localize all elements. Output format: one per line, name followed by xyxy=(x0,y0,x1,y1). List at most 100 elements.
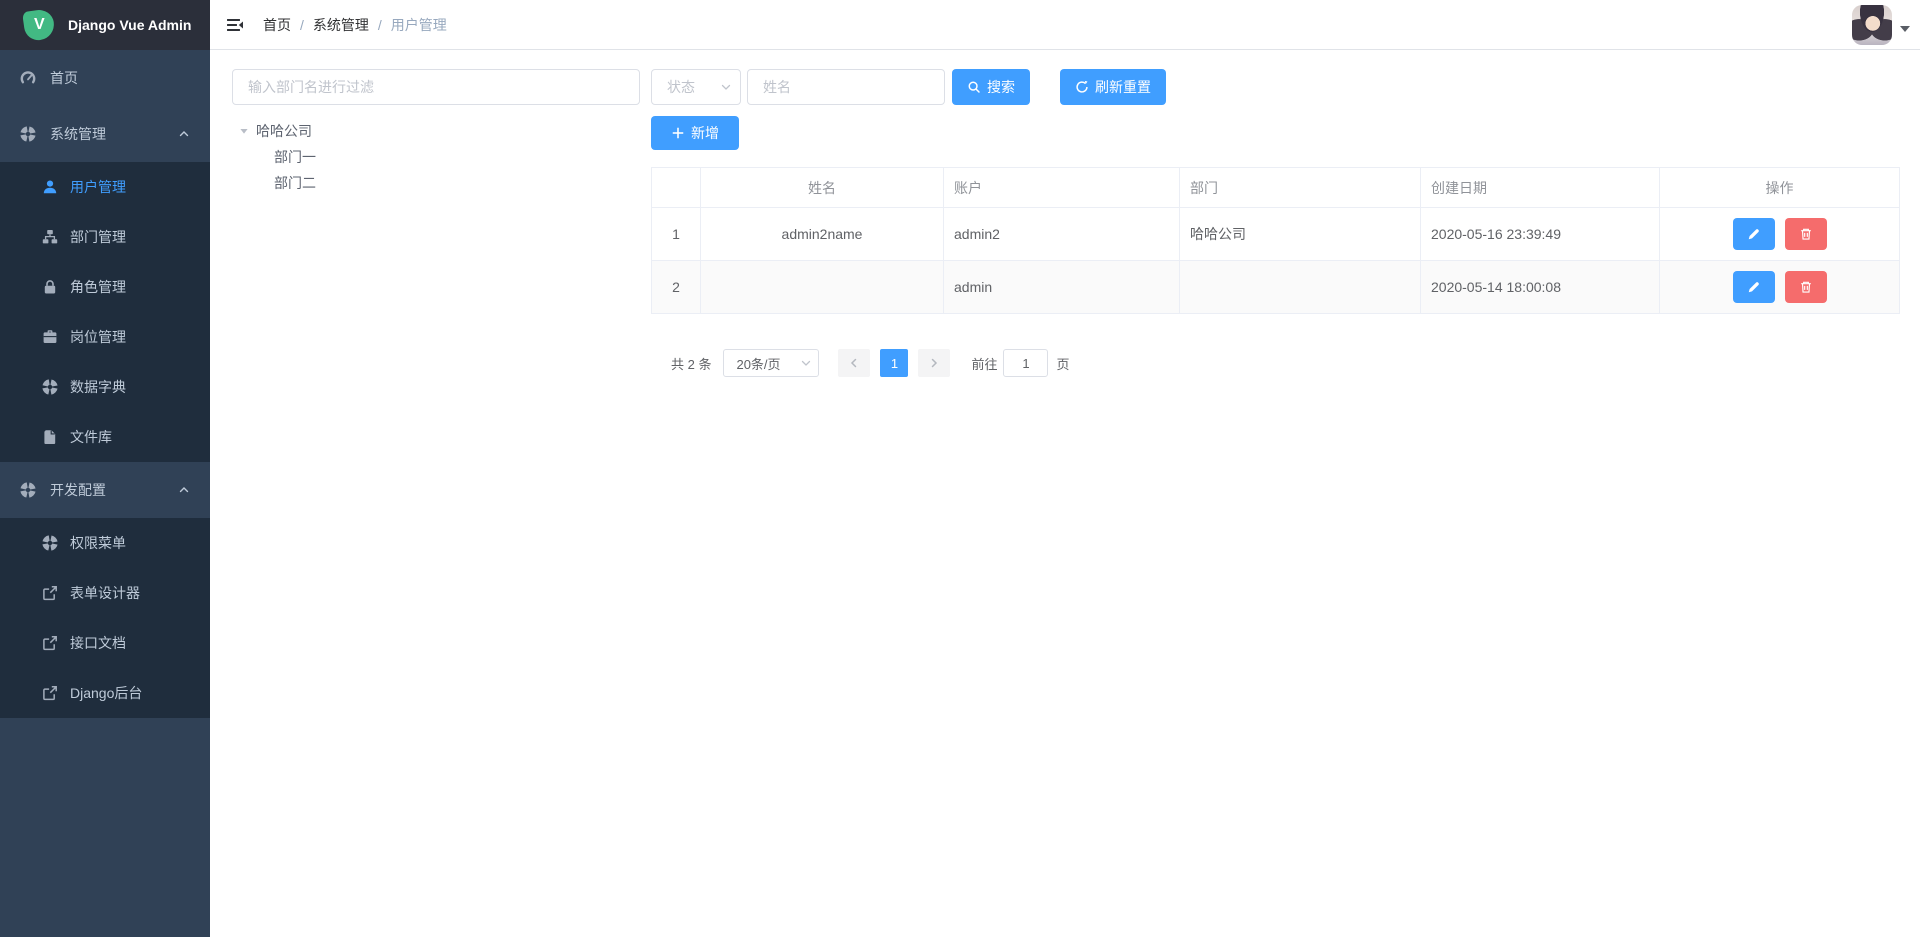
status-select[interactable]: 状态 xyxy=(651,69,741,105)
user-panel: 状态 搜索 刷新重置 新增 xyxy=(651,69,1899,377)
cell-name: admin2name xyxy=(701,208,944,261)
briefcase-icon xyxy=(42,329,58,345)
submenu-dev-config: 权限菜单 表单设计器 接口文档 Django后台 xyxy=(0,518,210,718)
external-link-icon xyxy=(42,585,58,601)
cell-index: 1 xyxy=(652,208,701,261)
sidebar-item-post-management[interactable]: 岗位管理 xyxy=(0,312,210,362)
edit-button[interactable] xyxy=(1733,218,1775,250)
sidebar-item-file-library[interactable]: 文件库 xyxy=(0,412,210,462)
tree-node-root[interactable]: 哈哈公司 xyxy=(232,118,640,144)
chevron-left-icon xyxy=(848,357,860,369)
page-size-select[interactable]: 20条/页 xyxy=(723,349,819,377)
component-icon xyxy=(20,126,36,142)
sidebar-item-form-designer[interactable]: 表单设计器 xyxy=(0,568,210,618)
dashboard-icon xyxy=(20,70,36,86)
table-row: 2 admin 2020-05-14 18:00:08 xyxy=(652,261,1900,314)
dept-tree: 哈哈公司 部门一 部门二 xyxy=(232,118,640,196)
sidebar-item-user-management[interactable]: 用户管理 xyxy=(0,162,210,212)
component-icon xyxy=(42,379,58,395)
sidebar-item-label: 用户管理 xyxy=(70,177,126,197)
sidebar-item-home[interactable]: 首页 xyxy=(0,50,210,106)
sidebar-group-label: 系统管理 xyxy=(50,124,106,144)
pencil-icon xyxy=(1747,227,1761,241)
breadcrumb-separator: / xyxy=(378,17,382,33)
sidebar: V Django Vue Admin 首页 系统管理 用户管理 部门管理 角色管… xyxy=(0,0,210,937)
sidebar-item-role-management[interactable]: 角色管理 xyxy=(0,262,210,312)
sidebar-item-label: 岗位管理 xyxy=(70,327,126,347)
cell-name xyxy=(701,261,944,314)
edit-button[interactable] xyxy=(1733,271,1775,303)
chevron-down-icon xyxy=(720,81,732,93)
sidebar-item-django-admin[interactable]: Django后台 xyxy=(0,668,210,718)
col-header-created: 创建日期 xyxy=(1421,168,1660,208)
cell-index: 2 xyxy=(652,261,701,314)
tree-node-label: 部门二 xyxy=(274,173,316,193)
prev-page-button[interactable] xyxy=(838,349,870,377)
breadcrumb-separator: / xyxy=(300,17,304,33)
sidebar-item-permission-menu[interactable]: 权限菜单 xyxy=(0,518,210,568)
dept-filter-input[interactable] xyxy=(232,69,640,105)
trash-icon xyxy=(1799,280,1813,294)
main-area: 首页 / 系统管理 / 用户管理 哈哈公司 部门一 xyxy=(210,0,1920,937)
goto-page-input[interactable] xyxy=(1003,349,1048,377)
chevron-down-icon xyxy=(800,357,812,369)
add-button-label: 新增 xyxy=(691,123,719,143)
pager: 1 xyxy=(833,349,955,377)
reset-button[interactable]: 刷新重置 xyxy=(1060,69,1166,105)
app-logo: V xyxy=(22,8,56,42)
col-header-name: 姓名 xyxy=(701,168,944,208)
page-number-button[interactable]: 1 xyxy=(880,349,908,377)
sidebar-group-system[interactable]: 系统管理 xyxy=(0,106,210,162)
tree-node-child[interactable]: 部门二 xyxy=(232,170,640,196)
reset-button-label: 刷新重置 xyxy=(1095,77,1151,97)
user-table: 姓名 账户 部门 创建日期 操作 1 admin2name admin2 哈哈公 xyxy=(651,167,1900,314)
external-link-icon xyxy=(42,635,58,651)
delete-button[interactable] xyxy=(1785,271,1827,303)
next-page-button[interactable] xyxy=(918,349,950,377)
cell-created: 2020-05-14 18:00:08 xyxy=(1421,261,1660,314)
search-button-label: 搜索 xyxy=(987,77,1015,97)
dept-panel: 哈哈公司 部门一 部门二 xyxy=(232,69,640,196)
external-link-icon xyxy=(42,685,58,701)
caret-down-icon[interactable] xyxy=(239,126,249,136)
avatar-caret-down-icon[interactable] xyxy=(1900,26,1910,32)
table-row: 1 admin2name admin2 哈哈公司 2020-05-16 23:3… xyxy=(652,208,1900,261)
sidebar-item-label: 角色管理 xyxy=(70,277,126,297)
component-icon xyxy=(20,482,36,498)
search-button[interactable]: 搜索 xyxy=(952,69,1030,105)
sidebar-group-label: 开发配置 xyxy=(50,480,106,500)
user-avatar[interactable] xyxy=(1852,5,1892,45)
col-header-account: 账户 xyxy=(944,168,1180,208)
sidebar-item-label: Django后台 xyxy=(70,683,142,703)
org-tree-icon xyxy=(42,229,58,245)
filter-row: 状态 搜索 刷新重置 xyxy=(651,69,1899,105)
delete-button[interactable] xyxy=(1785,218,1827,250)
sidebar-item-api-docs[interactable]: 接口文档 xyxy=(0,618,210,668)
goto-page: 前往 页 xyxy=(971,349,1069,377)
toolbar-row: 新增 xyxy=(651,116,1899,150)
chevron-right-icon xyxy=(928,357,940,369)
sidebar-group-dev-config[interactable]: 开发配置 xyxy=(0,462,210,518)
sidebar-item-dept-management[interactable]: 部门管理 xyxy=(0,212,210,262)
breadcrumb-home[interactable]: 首页 xyxy=(263,15,291,35)
goto-page-unit: 页 xyxy=(1056,354,1069,373)
breadcrumb-current: 用户管理 xyxy=(391,15,447,35)
hamburger-icon[interactable] xyxy=(225,15,245,35)
page-content: 哈哈公司 部门一 部门二 状态 xyxy=(210,50,1920,377)
logo-bar[interactable]: V Django Vue Admin xyxy=(0,0,210,50)
tree-node-child[interactable]: 部门一 xyxy=(232,144,640,170)
col-header-actions: 操作 xyxy=(1660,168,1900,208)
breadcrumb-section[interactable]: 系统管理 xyxy=(313,15,369,35)
sidebar-item-label: 数据字典 xyxy=(70,377,126,397)
status-select-placeholder: 状态 xyxy=(667,77,720,97)
add-button[interactable]: 新增 xyxy=(651,116,739,150)
name-filter-input[interactable] xyxy=(747,69,945,105)
chevron-up-icon xyxy=(178,484,190,496)
breadcrumb: 首页 / 系统管理 / 用户管理 xyxy=(263,15,447,35)
cell-actions xyxy=(1660,261,1900,314)
goto-label: 前往 xyxy=(971,354,997,373)
col-header-index xyxy=(652,168,701,208)
cell-dept: 哈哈公司 xyxy=(1180,208,1421,261)
sidebar-item-data-dict[interactable]: 数据字典 xyxy=(0,362,210,412)
chevron-up-icon xyxy=(178,128,190,140)
